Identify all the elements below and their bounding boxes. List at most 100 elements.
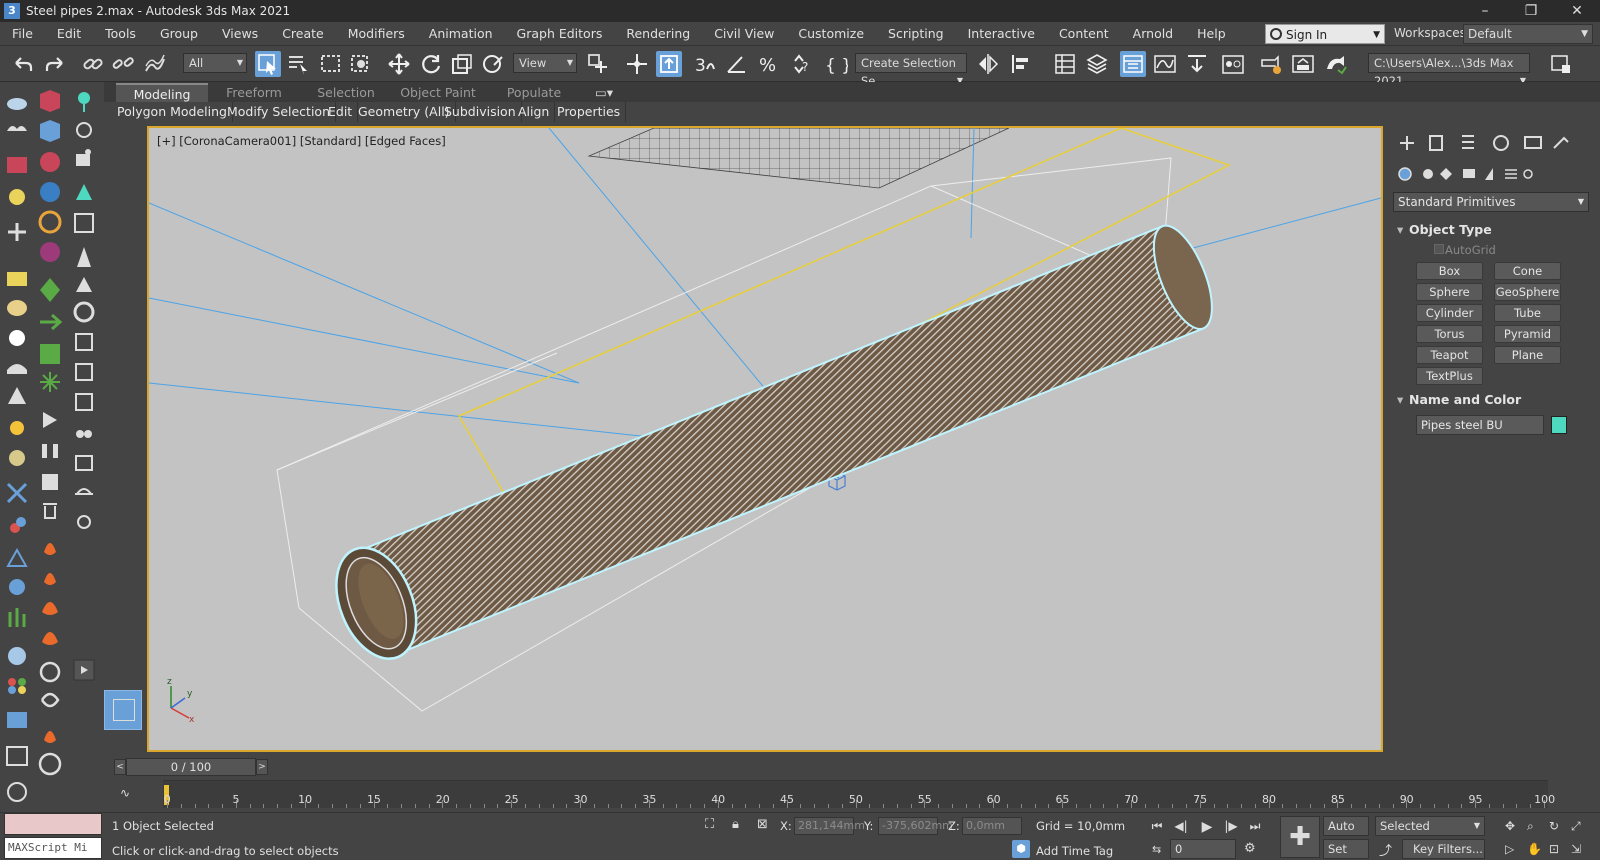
render-setup-icon[interactable] <box>1258 51 1284 77</box>
key-tangent-icon[interactable]: ⤴ <box>1379 840 1392 859</box>
scene-explorer-icon[interactable] <box>1052 51 1078 77</box>
menu-content[interactable]: Content <box>1047 22 1121 46</box>
tab-object-paint[interactable]: Object Paint <box>392 83 484 102</box>
sign-in-button[interactable]: Sign In ▼ <box>1265 24 1385 44</box>
schematic-view-icon[interactable] <box>1184 51 1210 77</box>
pivot-center-icon[interactable] <box>585 51 611 77</box>
object-name-field[interactable]: Pipes steel BU <box>1416 415 1544 435</box>
set-project-folder-icon[interactable] <box>1548 51 1574 77</box>
go-to-start-icon[interactable]: ⏮ <box>1148 819 1166 835</box>
zoom-extents-icon[interactable]: ⊡ <box>1549 842 1559 856</box>
bind-space-warp-icon[interactable] <box>142 51 168 77</box>
rotate-icon[interactable] <box>418 51 444 77</box>
textplus-button[interactable]: TextPlus <box>1416 367 1483 385</box>
absolute-transform-icon[interactable]: ⊠ <box>757 817 768 832</box>
menu-tools[interactable]: Tools <box>93 22 148 46</box>
menu-modifiers[interactable]: Modifiers <box>336 22 417 46</box>
prev-frame-icon[interactable]: < <box>114 759 126 775</box>
rectangular-selection-icon[interactable] <box>318 51 344 77</box>
plane-button[interactable]: Plane <box>1494 346 1561 364</box>
time-slider[interactable]: 0 / 100 <box>126 758 256 776</box>
link-icon[interactable] <box>80 51 106 77</box>
menu-help[interactable]: Help <box>1185 22 1238 46</box>
menu-create[interactable]: Create <box>270 22 336 46</box>
edit-named-selection-icon[interactable]: { } <box>822 51 852 77</box>
maximize-viewport-icon[interactable]: ⤢ <box>1571 819 1581 834</box>
sphere-button[interactable]: Sphere <box>1416 283 1483 301</box>
toggle-ribbon-icon[interactable] <box>1120 51 1146 77</box>
workspace-dropdown[interactable]: Default ▼ <box>1463 24 1593 44</box>
project-folder-dropdown[interactable]: C:\Users\Alex...\3ds Max 2021 ▼ <box>1368 53 1530 88</box>
add-time-tag[interactable]: Add Time Tag <box>1036 844 1113 858</box>
menu-animation[interactable]: Animation <box>417 22 505 46</box>
previous-frame-icon[interactable]: ◀| <box>1172 819 1190 835</box>
box-button[interactable]: Box <box>1416 262 1483 280</box>
walkthrough-icon[interactable]: ✋ <box>1527 842 1542 856</box>
zoom-icon[interactable]: ⌕ <box>1527 819 1534 834</box>
key-mode-toggle-icon[interactable]: ⇆ <box>1152 843 1161 856</box>
redo-icon[interactable] <box>42 51 68 77</box>
align-icon[interactable] <box>1008 51 1034 77</box>
menu-edit[interactable]: Edit <box>45 22 93 46</box>
key-filters-button[interactable]: Key Filters... <box>1402 839 1485 859</box>
name-and-color-rollout[interactable]: Name and Color <box>1393 390 1589 410</box>
cone-button[interactable]: Cone <box>1494 262 1561 280</box>
time-tag-icon[interactable]: ⬢ <box>1012 840 1030 858</box>
placement-icon[interactable] <box>480 51 506 77</box>
pan-icon[interactable]: ✥ <box>1505 819 1515 833</box>
named-selection-set-dropdown[interactable]: Create Selection Se ▼ <box>855 53 967 88</box>
time-configuration-icon[interactable]: ⚙ <box>1244 841 1256 856</box>
teapot-button[interactable]: Teapot <box>1416 346 1483 364</box>
isolate-selection-icon[interactable]: ⛶ <box>705 817 714 832</box>
minimize-button[interactable]: – <box>1462 0 1508 22</box>
set-key-button[interactable]: Set Key <box>1323 839 1369 859</box>
current-frame-field[interactable]: 0 <box>1170 839 1236 859</box>
move-icon[interactable] <box>386 51 412 77</box>
menu-scripting[interactable]: Scripting <box>876 22 956 46</box>
panel-polygon-modeling[interactable]: Polygon Modeling <box>112 102 233 122</box>
maxscript-listener-output[interactable] <box>4 813 102 835</box>
field-of-view-icon[interactable]: ▷ <box>1505 842 1514 856</box>
panel-subdivision[interactable]: Subdivision <box>439 102 522 122</box>
go-to-end-icon[interactable]: ⏭ <box>1246 819 1264 835</box>
autogrid-checkbox[interactable] <box>1434 244 1444 254</box>
material-editor-icon[interactable] <box>1220 51 1246 77</box>
undo-icon[interactable] <box>10 51 36 77</box>
toggle-viewport-icon[interactable]: ⇲ <box>1571 842 1581 856</box>
object-type-rollout[interactable]: Object Type <box>1393 220 1589 240</box>
snaps-toggle-icon[interactable]: 3 <box>692 51 718 77</box>
tab-selection[interactable]: Selection <box>300 83 392 102</box>
x-coordinate-field[interactable]: 281,144mm <box>794 817 865 835</box>
menu-rendering[interactable]: Rendering <box>614 22 702 46</box>
keyboard-shortcut-override-icon[interactable] <box>656 51 682 77</box>
viewport-layout-icon[interactable] <box>104 690 142 730</box>
tube-button[interactable]: Tube <box>1494 304 1561 322</box>
set-key-icon[interactable]: ✚ <box>1280 816 1320 858</box>
y-coordinate-field[interactable]: -375,602mm <box>878 817 953 835</box>
tab-freeform[interactable]: Freeform <box>208 83 300 102</box>
mirror-icon[interactable] <box>975 51 1001 77</box>
next-frame-icon[interactable]: > <box>256 759 268 775</box>
render-production-icon[interactable] <box>1322 51 1348 77</box>
menu-customize[interactable]: Customize <box>786 22 876 46</box>
menu-group[interactable]: Group <box>148 22 210 46</box>
primitive-category-dropdown[interactable]: Standard Primitives ▼ <box>1393 192 1589 212</box>
maxscript-mini-listener[interactable]: MAXScript Mi <box>4 837 102 859</box>
close-button[interactable]: ✕ <box>1554 0 1600 22</box>
track-bar[interactable]: 0 5 10 15 20 25 30 35 40 45 50 55 60 65 70 75 80 85 90 95 10… <box>163 780 1555 808</box>
scale-icon[interactable] <box>449 51 475 77</box>
geosphere-button[interactable]: GeoSphere <box>1494 283 1561 301</box>
auto-key-button[interactable]: Auto K... <box>1323 816 1369 851</box>
menu-arnold[interactable]: Arnold <box>1121 22 1185 46</box>
select-and-manipulate-icon[interactable] <box>624 51 650 77</box>
menu-civil-view[interactable]: Civil View <box>702 22 786 46</box>
cylinder-button[interactable]: Cylinder <box>1416 304 1483 322</box>
ribbon-options-icon[interactable]: ▭▾ <box>590 83 618 102</box>
reference-coord-dropdown[interactable]: View ▼ <box>513 53 577 73</box>
select-object-icon[interactable] <box>255 51 281 77</box>
key-mode-dropdown[interactable]: Selected ▼ <box>1375 816 1485 836</box>
curve-toggle-icon[interactable]: ∿ <box>120 786 140 802</box>
menu-views[interactable]: Views <box>210 22 270 46</box>
lock-icon[interactable]: 🔒︎ <box>732 817 739 832</box>
menu-file[interactable]: File <box>0 22 45 46</box>
